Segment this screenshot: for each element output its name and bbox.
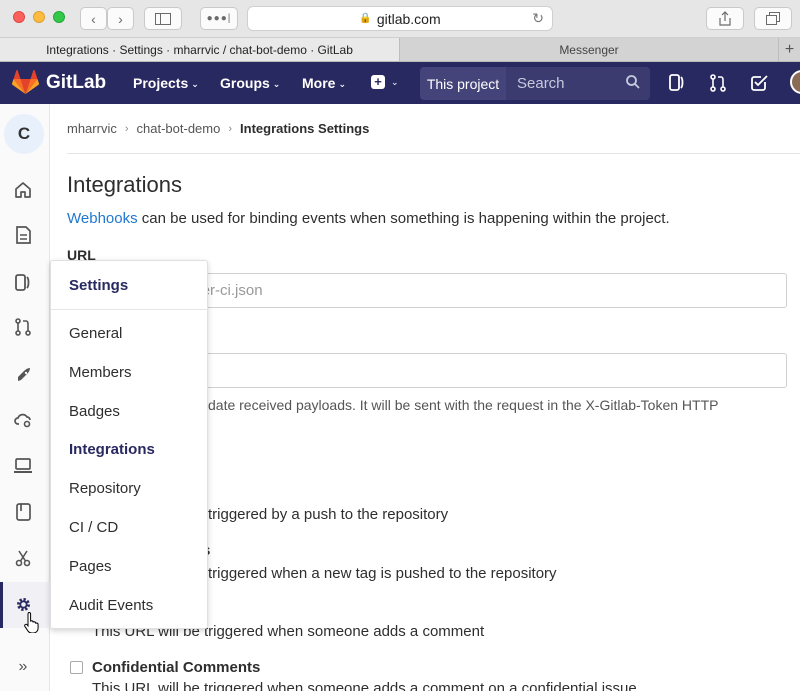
breadcrumb: mharrvic › chat-bot-demo › Integrations …: [67, 121, 369, 136]
nav-label: More: [302, 75, 336, 91]
plus-icon: +: [784, 40, 795, 58]
todos-icon[interactable]: [751, 74, 768, 91]
chevron-down-icon: ⌄: [272, 78, 281, 89]
tab-title: Integrations · Settings · mharrvic / cha…: [46, 42, 353, 57]
tabs-overview-button[interactable]: [754, 7, 792, 30]
issues-icon[interactable]: [13, 272, 33, 292]
plus-square-icon: +: [371, 75, 385, 89]
search-box[interactable]: This project Search: [420, 67, 650, 100]
confidential-comments-checkbox[interactable]: [70, 661, 83, 674]
project-avatar[interactable]: C: [4, 114, 44, 154]
flyout-heading[interactable]: Settings: [69, 277, 128, 294]
chevron-right-icon: ›: [228, 122, 233, 135]
flyout-item-integrations[interactable]: Integrations: [69, 441, 155, 458]
sidebar-toggle-button[interactable]: [144, 7, 182, 30]
webhooks-link[interactable]: Webhooks: [67, 210, 138, 227]
rocket-icon[interactable]: [13, 365, 33, 385]
breadcrumb-namespace[interactable]: mharrvic: [67, 121, 117, 136]
sidebar-icon: [155, 12, 171, 25]
breadcrumb-divider: [67, 153, 800, 154]
search-icon: [626, 75, 640, 89]
hand-pointer-icon: [24, 611, 39, 633]
secret-token-help: date received payloads. It will be sent …: [208, 397, 719, 413]
nav-label: Projects: [133, 75, 189, 91]
new-item-dropdown[interactable]: + ⌄: [371, 75, 399, 89]
gitlab-logo[interactable]: GitLab: [12, 70, 106, 95]
browser-tab-gitlab[interactable]: Integrations · Settings · mharrvic / cha…: [0, 38, 400, 61]
issues-icon[interactable]: [669, 74, 685, 91]
settings-flyout-menu: Settings General Members Badges Integrat…: [50, 260, 209, 629]
browser-tab-messenger[interactable]: Messenger: [400, 38, 778, 61]
breadcrumb-project[interactable]: chat-bot-demo: [137, 121, 221, 136]
new-tab-button[interactable]: +: [778, 38, 800, 61]
browser-titlebar: ‹ › ●●●| 🔒 gitlab.com ↻: [0, 0, 800, 38]
chevron-left-icon: ‹: [91, 10, 96, 27]
address-bar[interactable]: 🔒 gitlab.com ↻: [247, 6, 553, 31]
book-icon[interactable]: [13, 502, 33, 522]
merge-requests-icon[interactable]: [13, 317, 33, 337]
browser-tabstrip: Integrations · Settings · mharrvic / cha…: [0, 38, 800, 62]
collapse-sidebar-icon[interactable]: »: [13, 657, 33, 677]
flyout-item-badges[interactable]: Badges: [69, 403, 120, 420]
chevron-right-icon: ›: [124, 122, 129, 135]
close-window-button[interactable]: [13, 11, 25, 23]
flyout-item-general[interactable]: General: [69, 325, 122, 342]
chevron-down-icon: ⌄: [191, 78, 199, 89]
page-description: Webhooks can be used for binding events …: [67, 210, 670, 227]
tab-title: Messenger: [559, 42, 619, 57]
nav-more[interactable]: More ⌄: [302, 75, 346, 91]
minimize-window-button[interactable]: [33, 11, 45, 23]
nav-projects[interactable]: Projects ⌄: [133, 75, 199, 91]
flyout-divider: [51, 309, 209, 310]
url-text: gitlab.com: [376, 10, 441, 27]
share-icon: [719, 11, 731, 26]
monitor-icon[interactable]: [13, 456, 33, 476]
flyout-item-audit-events[interactable]: Audit Events: [69, 597, 153, 614]
chevron-down-icon: ⌄: [338, 78, 346, 89]
extensions-button[interactable]: ●●●|: [200, 7, 238, 30]
nav-groups[interactable]: Groups ⌄: [220, 75, 280, 91]
description-text: can be used for binding events when some…: [137, 210, 670, 227]
confidential-comments-label[interactable]: Confidential Comments: [92, 659, 260, 676]
home-icon[interactable]: [13, 179, 33, 199]
chevron-right-icon: ›: [118, 10, 123, 27]
confidential-comments-help: This URL will be triggered when someone …: [92, 680, 637, 691]
flyout-item-ci-cd[interactable]: CI / CD: [69, 519, 118, 536]
breadcrumb-current[interactable]: Integrations Settings: [240, 121, 369, 136]
scissors-icon[interactable]: [13, 548, 33, 568]
project-sidebar: C »: [0, 104, 50, 691]
push-events-help: triggered by a push to the repository: [208, 506, 449, 523]
gitlab-header: GitLab Projects ⌄ Groups ⌄ More ⌄ + ⌄ This …: [0, 62, 800, 104]
tanuki-logo-icon: [12, 70, 39, 94]
tabs-icon: [766, 12, 780, 25]
search-placeholder: Search: [517, 75, 565, 92]
back-button[interactable]: ‹: [80, 7, 107, 30]
page-title: Integrations: [67, 172, 182, 197]
chevron-down-icon: ⌄: [391, 76, 399, 87]
search-scope-badge[interactable]: This project: [420, 67, 506, 100]
nav-label: Groups: [220, 75, 270, 91]
reload-icon[interactable]: ↻: [532, 10, 544, 27]
forward-button[interactable]: ›: [107, 7, 134, 30]
share-button[interactable]: [706, 7, 744, 30]
more-dots-icon: ●●●|: [206, 13, 232, 24]
cloud-gear-icon[interactable]: [13, 410, 33, 430]
flyout-item-pages[interactable]: Pages: [69, 558, 112, 575]
merge-requests-icon[interactable]: [710, 74, 726, 92]
brand-name: GitLab: [46, 71, 107, 93]
zoom-window-button[interactable]: [53, 11, 65, 23]
tag-push-events-help: triggered when a new tag is pushed to th…: [208, 565, 557, 582]
flyout-item-repository[interactable]: Repository: [69, 480, 141, 497]
document-icon[interactable]: [13, 225, 33, 245]
search-input[interactable]: Search: [506, 67, 650, 100]
lock-icon: 🔒: [359, 13, 372, 24]
flyout-item-members[interactable]: Members: [69, 364, 132, 381]
